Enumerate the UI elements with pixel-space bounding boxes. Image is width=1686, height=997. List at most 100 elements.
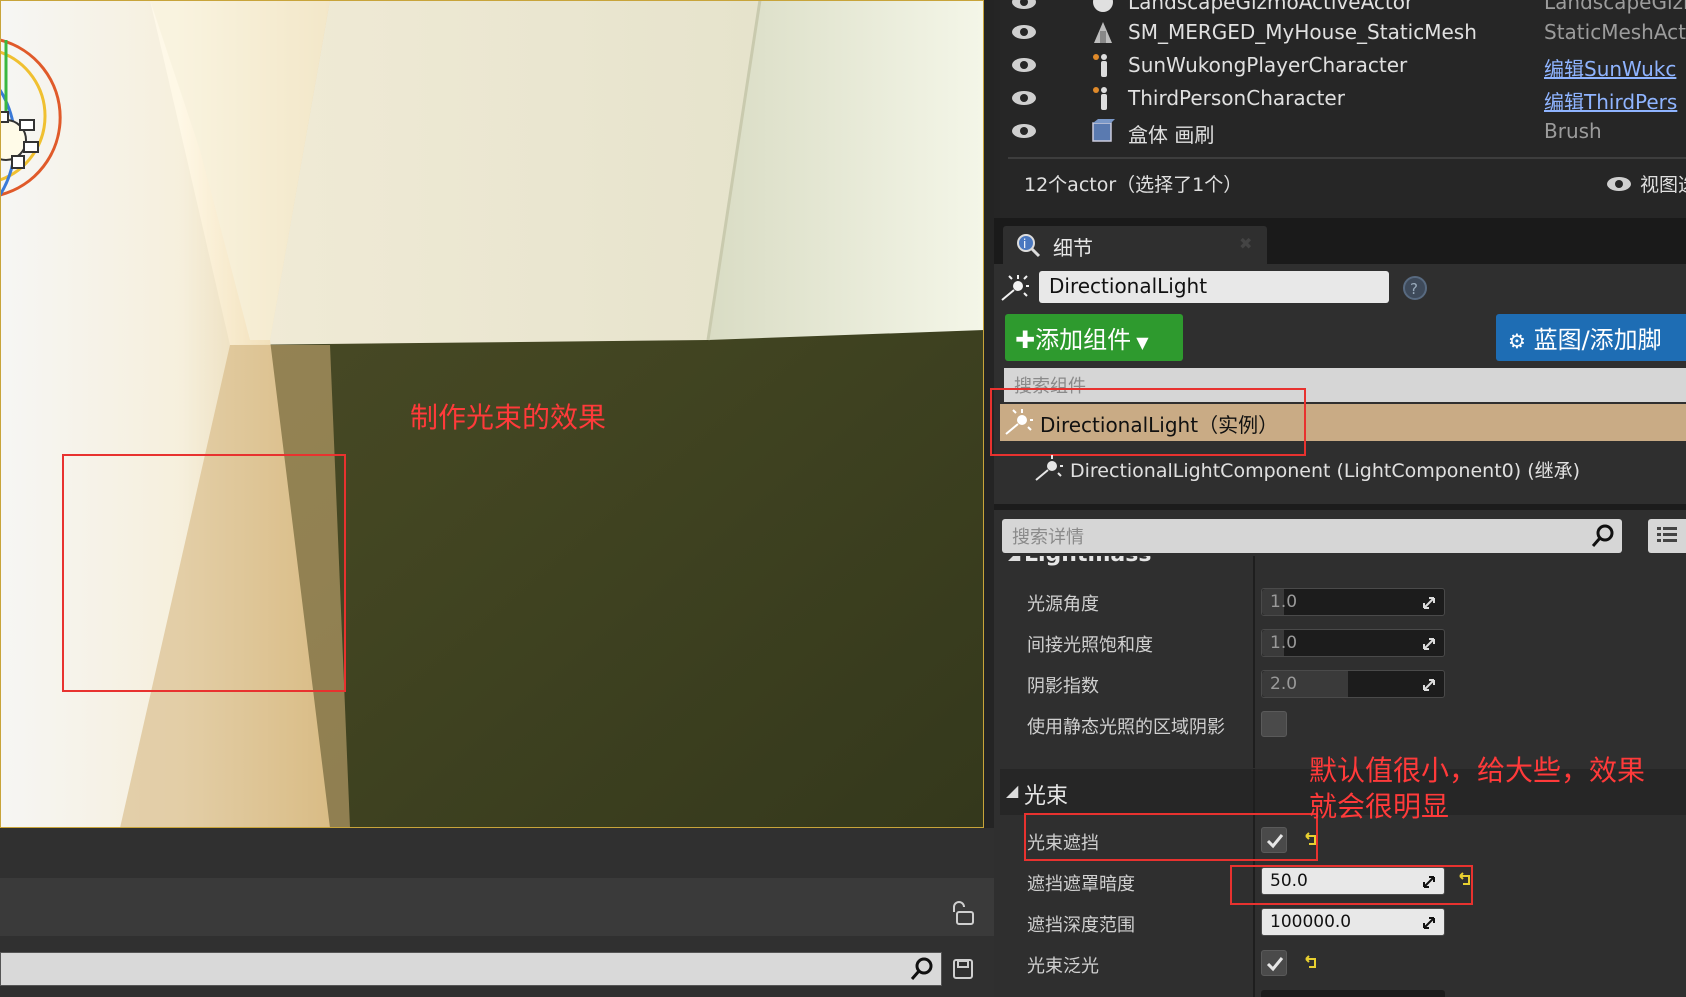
prop-label: 遮挡深度范围 <box>1027 915 1135 936</box>
visibility-eye-icon[interactable] <box>1010 22 1038 42</box>
prop-label: 阴影指数 <box>1027 676 1099 697</box>
directional-light-icon <box>1001 275 1029 301</box>
property-matrix-button[interactable] <box>1648 519 1686 553</box>
blueprint-add-script-button[interactable]: ⚙ 蓝图/添加脚 <box>1496 314 1686 361</box>
visibility-eye-icon[interactable] <box>1010 55 1038 75</box>
sphere-icon <box>1093 0 1113 12</box>
visibility-eye-icon[interactable] <box>1010 121 1038 141</box>
collapse-arrow-icon: ◢ <box>1008 556 1020 563</box>
static-mesh-icon <box>1094 22 1112 43</box>
details-magnifier-icon: i <box>1017 234 1041 258</box>
outliner-row[interactable]: ThirdPersonCharacter 编辑ThirdPers <box>1000 82 1686 115</box>
directional-light-gizmo-icon[interactable] <box>0 30 130 200</box>
section-beam-label: 光束 <box>1024 784 1069 809</box>
save-icon[interactable] <box>952 958 974 980</box>
outliner-item-type: Brush <box>1544 119 1602 143</box>
details-splitter <box>994 504 1686 510</box>
outliner-divider <box>1008 157 1686 159</box>
field-value: 50.0 <box>1270 871 1308 891</box>
character-icon <box>1093 54 1107 77</box>
gears-icon: ⚙ <box>1508 329 1526 353</box>
visibility-eye-icon[interactable] <box>1010 0 1038 12</box>
component-child-label: DirectionalLightComponent (LightComponen… <box>1070 460 1581 482</box>
prop-label: 光源角度 <box>1027 594 1099 615</box>
reset-to-default-icon[interactable] <box>1457 872 1473 888</box>
directional-light-icon <box>1035 455 1063 481</box>
search-icon <box>1591 524 1614 547</box>
prop-label: 间接光照饱和度 <box>1027 635 1153 656</box>
tab-details[interactable]: i 细节 ✖ <box>1003 226 1267 266</box>
actor-count-status: 12个actor（选择了1个） <box>1024 174 1243 196</box>
character-icon <box>1093 87 1107 110</box>
beam-effect-annotation: 制作光束的效果 <box>410 401 607 434</box>
chevron-down-icon: ▼ <box>1131 333 1149 352</box>
add-component-label: 添加组件 <box>1035 326 1132 354</box>
shadow-exponent-field[interactable]: 2.0 <box>1261 670 1445 698</box>
prop-label: 遮挡遮罩暗度 <box>1027 874 1135 895</box>
component-row-selected[interactable]: DirectionalLight（实例） <box>1000 404 1686 441</box>
reset-to-default-icon[interactable] <box>1303 832 1319 848</box>
light-source-angle-field[interactable]: 1.0 <box>1261 588 1445 616</box>
static-shadow-checkbox[interactable] <box>1261 711 1287 737</box>
bottom-search-input[interactable] <box>0 952 942 986</box>
section-lightmass-label: Lightmass <box>1024 556 1151 567</box>
collapse-arrow-icon: ◢ <box>1006 781 1019 800</box>
occlusion-mask-darkness-field[interactable]: 50.0 <box>1261 867 1445 895</box>
section-lightmass[interactable]: ◢ Lightmass <box>1000 556 1686 580</box>
outliner-item-name: 盒体 画刷 <box>1128 123 1215 147</box>
annotation-line-1: 默认值很小，给大些，效果 <box>1309 754 1646 787</box>
prop-label: 使用静态光照的区域阴影 <box>1027 717 1225 738</box>
outliner-item-name: SM_MERGED_MyHouse_StaticMesh <box>1128 20 1477 44</box>
field-value: 2.0 <box>1270 674 1298 694</box>
outliner-row[interactable]: SunWukongPlayerCharacter 编辑SunWukc <box>1000 49 1686 82</box>
column-divider <box>1253 556 1255 768</box>
tab-details-label: 细节 <box>1053 236 1093 260</box>
component-root-label: DirectionalLight（实例） <box>1040 413 1279 437</box>
level-viewport[interactable]: 制作光束的效果 <box>0 0 984 828</box>
light-shaft-bloom-checkbox[interactable] <box>1261 950 1287 976</box>
unlock-icon[interactable] <box>950 900 976 926</box>
visibility-eye-icon[interactable] <box>1010 88 1038 108</box>
directional-light-icon <box>1005 409 1033 435</box>
annotation-line-2: 就会很明显 <box>1309 790 1450 823</box>
outliner-item-name: LandscapeGizmoActiveActor <box>1128 0 1414 14</box>
drag-arrows-icon <box>1423 597 1435 609</box>
indirect-saturation-field[interactable]: 1.0 <box>1261 629 1445 657</box>
prop-label: 光束泛光 <box>1027 956 1099 977</box>
outliner-item-type: LandscapeGizi <box>1544 0 1686 14</box>
blueprint-button-label: 蓝图/添加脚 <box>1533 326 1662 354</box>
outliner-row[interactable]: 盒体 画刷 Brush <box>1000 115 1686 148</box>
tab-close-icon[interactable]: ✖ <box>1239 234 1252 253</box>
outliner-item-name: ThirdPersonCharacter <box>1128 86 1345 110</box>
checkmark-icon <box>1266 957 1284 972</box>
checkmark-icon <box>1266 834 1284 849</box>
outliner-item-type: StaticMeshActo <box>1544 20 1686 44</box>
search-details-input[interactable]: 搜索详情 <box>1002 519 1622 553</box>
edit-blueprint-link[interactable]: 编辑SunWukc <box>1544 53 1676 82</box>
field-value: 1.0 <box>1270 592 1298 612</box>
reset-to-default-icon[interactable] <box>1303 955 1319 971</box>
column-divider <box>1253 769 1255 997</box>
add-component-button[interactable]: ✚添加组件 ▼ <box>1005 314 1183 361</box>
occlusion-depth-range-field[interactable]: 100000.0 <box>1261 908 1445 936</box>
brush-box-icon <box>1092 119 1115 142</box>
field-value: 1.0 <box>1270 633 1298 653</box>
svg-text:i: i <box>1023 237 1026 251</box>
outliner-row[interactable]: SM_MERGED_MyHouse_StaticMesh StaticMeshA… <box>1000 16 1686 49</box>
drag-arrows-icon <box>1423 679 1435 691</box>
bottom-toolbar <box>0 878 994 936</box>
actor-name-field[interactable]: DirectionalLight <box>1039 271 1389 303</box>
drag-arrows-icon <box>1423 917 1435 929</box>
search-components-input[interactable]: 搜索组件 <box>1004 368 1686 402</box>
list-grid-icon <box>1657 527 1677 542</box>
next-field-stub <box>1261 990 1445 997</box>
view-options-label: 视图选 <box>1640 174 1686 196</box>
edit-blueprint-link[interactable]: 编辑ThirdPers <box>1544 86 1677 115</box>
drag-arrows-icon <box>1423 638 1435 650</box>
svg-text:?: ? <box>1410 280 1418 298</box>
view-options-button[interactable]: 视图选 <box>1604 170 1686 197</box>
prop-label: 光束遮挡 <box>1027 833 1099 854</box>
help-icon[interactable]: ? <box>1402 275 1428 301</box>
light-shaft-occlusion-checkbox[interactable] <box>1261 827 1287 853</box>
component-row-child[interactable]: DirectionalLightComponent (LightComponen… <box>1034 452 1686 486</box>
